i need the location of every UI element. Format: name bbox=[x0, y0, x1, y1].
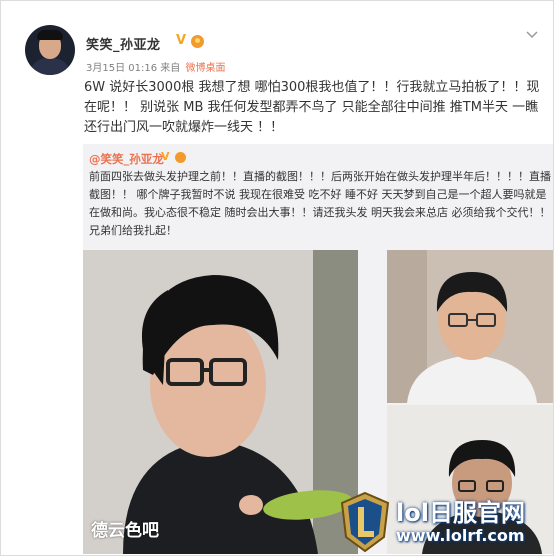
photo-livestream-cucumber[interactable]: 德云色吧 bbox=[83, 250, 358, 554]
quoted-text: 前面四张去做头发护理之前！！直播的截图！！！后两张开始在做头发护理半年后！！！！… bbox=[89, 170, 551, 237]
site-watermark: lol日服官网 www.lolrf.com bbox=[338, 488, 554, 556]
photo-livestream-screenshot[interactable] bbox=[387, 250, 553, 403]
quoted-medal-icon bbox=[175, 152, 186, 163]
watermark-url: www.lolrf.com bbox=[396, 526, 525, 545]
photo-left-illustration bbox=[83, 250, 358, 554]
avatar[interactable] bbox=[25, 25, 75, 75]
avatar-shirt bbox=[29, 58, 71, 75]
quoted-author[interactable]: @笑笑_孙亚龙 bbox=[89, 151, 164, 167]
weibo-post: 笑笑_孙亚龙 V 3月15日 01:16 来自 微博桌面 6W 说好长3000根… bbox=[0, 0, 554, 556]
post-meta: 3月15日 01:16 来自 微博桌面 bbox=[86, 59, 225, 74]
medal-icon bbox=[191, 35, 204, 48]
photo-top-right-illustration bbox=[387, 250, 553, 403]
post-timestamp[interactable]: 3月15日 01:16 bbox=[86, 63, 157, 74]
source-prefix: 来自 bbox=[160, 63, 181, 74]
chevron-down-icon[interactable] bbox=[526, 31, 538, 41]
post-username[interactable]: 笑笑_孙亚龙 bbox=[86, 34, 161, 53]
league-logo-icon bbox=[338, 491, 392, 553]
photo-caption: 德云色吧 bbox=[91, 521, 159, 541]
post-source-link[interactable]: 微博桌面 bbox=[185, 63, 225, 74]
post-text: 6W 说好长3000根 我想了想 哪怕300根我也值了！！行我就立马拍板了！！现… bbox=[84, 80, 540, 135]
watermark-title: lol日服官网 bbox=[396, 499, 525, 527]
verified-v-icon: V bbox=[176, 33, 187, 48]
avatar-hair bbox=[37, 30, 63, 40]
quoted-verified-icon: V bbox=[161, 150, 170, 163]
